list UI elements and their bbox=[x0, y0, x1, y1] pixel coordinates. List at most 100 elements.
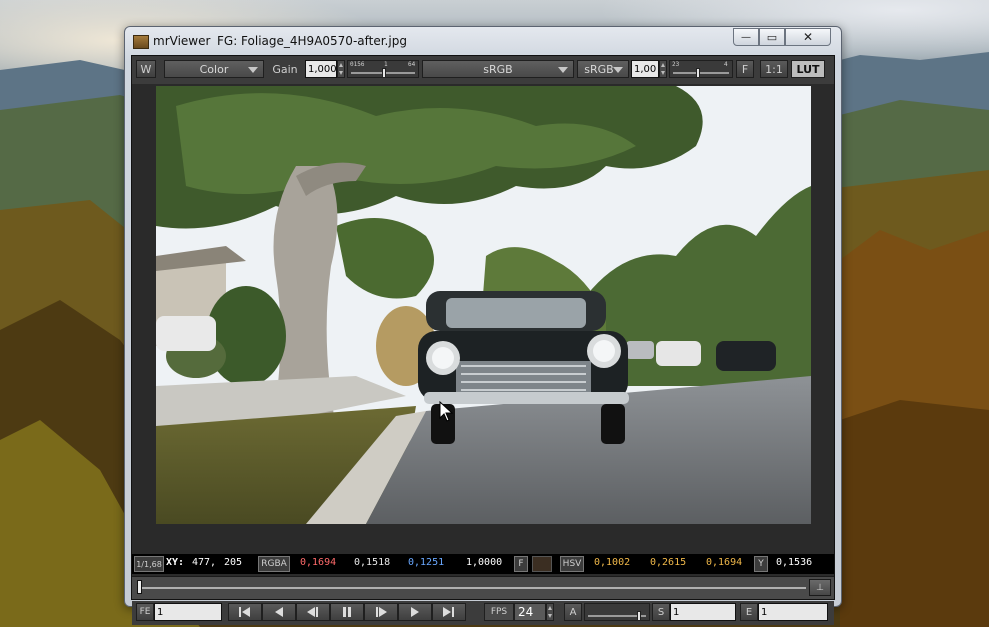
step-back-button[interactable] bbox=[262, 603, 296, 621]
photo-street-taxi bbox=[156, 86, 811, 524]
zoom-label: 1:1 bbox=[765, 62, 783, 76]
end-frame-button[interactable]: E bbox=[740, 603, 758, 621]
timeline-slider[interactable]: ⊥ bbox=[132, 576, 834, 599]
app-icon bbox=[133, 35, 149, 49]
stop-icon bbox=[343, 607, 351, 617]
minimize-icon: — bbox=[741, 31, 751, 43]
rgba-label: RGBA bbox=[261, 559, 287, 569]
timeline-end-icon: ⊥ bbox=[816, 582, 824, 593]
gain-value: 1,000 bbox=[308, 63, 337, 75]
close-icon: ✕ bbox=[802, 30, 814, 44]
fps-label: FPS bbox=[484, 603, 514, 621]
frame-mode-button[interactable]: FE bbox=[136, 603, 154, 621]
channel-value: Color bbox=[199, 62, 229, 76]
gamma-value: 1,00 bbox=[634, 63, 657, 75]
last-frame-button[interactable] bbox=[432, 603, 466, 621]
timeline-end-button[interactable]: ⊥ bbox=[809, 579, 831, 596]
step-back-icon bbox=[275, 607, 283, 617]
image-canvas[interactable] bbox=[156, 86, 811, 524]
volume-slider-knob[interactable] bbox=[636, 611, 641, 621]
pixel-format-label: F bbox=[518, 559, 524, 569]
toolbar: W Color Gain 1,000 0156 1 64 sRGB sRGB 1… bbox=[132, 56, 834, 85]
gamma-slider-track bbox=[673, 72, 729, 74]
gain-label: Gain bbox=[268, 60, 302, 78]
audio-label: A bbox=[569, 606, 577, 618]
display-colorspace-select[interactable]: sRGB bbox=[577, 60, 629, 78]
gain-slider-max: 64 bbox=[408, 61, 416, 68]
end-frame-input[interactable]: 1 bbox=[758, 603, 828, 621]
window-document-title: FG: Foliage_4H9A0570-after.jpg bbox=[217, 34, 407, 48]
pixel-v-value: 0,1694 bbox=[706, 557, 743, 568]
coord-y: 205 bbox=[224, 557, 243, 568]
first-frame-icon bbox=[239, 607, 250, 617]
timeline-track bbox=[138, 587, 806, 589]
wipe-button[interactable]: W bbox=[136, 60, 156, 78]
pixel-s-value: 0,2615 bbox=[650, 557, 687, 568]
lut-button[interactable]: LUT bbox=[791, 60, 825, 78]
frame-button[interactable]: F bbox=[736, 60, 754, 78]
image-viewport[interactable] bbox=[132, 84, 834, 554]
play-forward-button[interactable] bbox=[364, 603, 398, 621]
stop-button[interactable] bbox=[330, 603, 364, 621]
coord-label: XY: bbox=[166, 557, 185, 568]
volume-slider[interactable] bbox=[584, 603, 650, 621]
step-forward-button[interactable] bbox=[398, 603, 432, 621]
lut-label: LUT bbox=[796, 62, 820, 76]
luma-mode-button[interactable]: Y bbox=[754, 556, 768, 572]
gamma-input[interactable]: 1,00 bbox=[631, 60, 659, 78]
end-frame-value: 1 bbox=[761, 606, 768, 618]
input-colorspace-value: sRGB bbox=[483, 62, 513, 76]
current-frame-value: 1 bbox=[157, 606, 164, 618]
hsv-mode-button[interactable]: HSV bbox=[560, 556, 584, 572]
play-forward-icon bbox=[376, 607, 387, 617]
minimize-button[interactable]: — bbox=[733, 28, 759, 46]
gamma-spinner[interactable] bbox=[659, 60, 667, 78]
wipe-label: W bbox=[140, 62, 152, 76]
pixel-format-button[interactable]: F bbox=[514, 556, 528, 572]
window-app-name: mrViewer bbox=[153, 34, 211, 48]
first-frame-button[interactable] bbox=[228, 603, 262, 621]
gain-input[interactable]: 1,000 bbox=[305, 60, 337, 78]
chevron-down-icon bbox=[558, 67, 568, 73]
end-frame-label: E bbox=[745, 606, 753, 618]
gain-slider-mid: 1 bbox=[384, 61, 388, 68]
gain-slider[interactable]: 0156 1 64 bbox=[347, 60, 419, 78]
chevron-down-icon bbox=[248, 67, 258, 73]
gain-label-text: Gain bbox=[272, 62, 298, 76]
timeline-playhead[interactable] bbox=[137, 580, 142, 594]
viewer-client: W Color Gain 1,000 0156 1 64 sRGB sRGB 1… bbox=[131, 55, 835, 625]
channel-select[interactable]: Color bbox=[164, 60, 264, 78]
hsv-label: HSV bbox=[562, 559, 582, 569]
close-button[interactable]: ✕ bbox=[785, 28, 831, 46]
zoom-display-button[interactable]: 1/1,68 bbox=[134, 556, 164, 572]
chevron-down-icon bbox=[613, 67, 623, 73]
pixel-h-value: 0,1002 bbox=[594, 557, 631, 568]
gamma-slider[interactable]: 23 4 bbox=[669, 60, 733, 78]
gamma-slider-knob[interactable] bbox=[696, 68, 701, 78]
start-frame-button[interactable]: S bbox=[652, 603, 670, 621]
pixel-b-value: 0,1251 bbox=[408, 557, 445, 568]
step-forward-icon bbox=[411, 607, 419, 617]
display-colorspace-value: sRGB bbox=[584, 62, 614, 76]
start-frame-input[interactable]: 1 bbox=[670, 603, 736, 621]
pixel-luma-value: 0,1536 bbox=[776, 557, 813, 568]
audio-button[interactable]: A bbox=[564, 603, 582, 621]
pixel-a-value: 1,0000 bbox=[466, 557, 503, 568]
input-colorspace-select[interactable]: sRGB bbox=[422, 60, 574, 78]
start-frame-label: S bbox=[657, 606, 665, 618]
fps-input[interactable]: 24 bbox=[514, 603, 546, 621]
frame-mode-label: FE bbox=[139, 607, 151, 617]
gain-spinner[interactable] bbox=[337, 60, 345, 78]
current-frame-input[interactable]: 1 bbox=[154, 603, 222, 621]
zoom-button[interactable]: 1:1 bbox=[760, 60, 788, 78]
play-backward-button[interactable] bbox=[296, 603, 330, 621]
play-backward-icon bbox=[307, 607, 318, 617]
rgba-mode-button[interactable]: RGBA bbox=[258, 556, 290, 572]
coord-x: 477, bbox=[192, 557, 217, 568]
gain-slider-knob[interactable] bbox=[382, 68, 387, 78]
gain-slider-min: 0156 bbox=[350, 61, 365, 68]
title-bar[interactable]: mrViewer FG: Foliage_4H9A0570-after.jpg … bbox=[125, 27, 841, 55]
fps-spinner[interactable] bbox=[546, 603, 554, 621]
maximize-button[interactable]: ▭ bbox=[759, 28, 785, 46]
last-frame-icon bbox=[443, 607, 454, 617]
